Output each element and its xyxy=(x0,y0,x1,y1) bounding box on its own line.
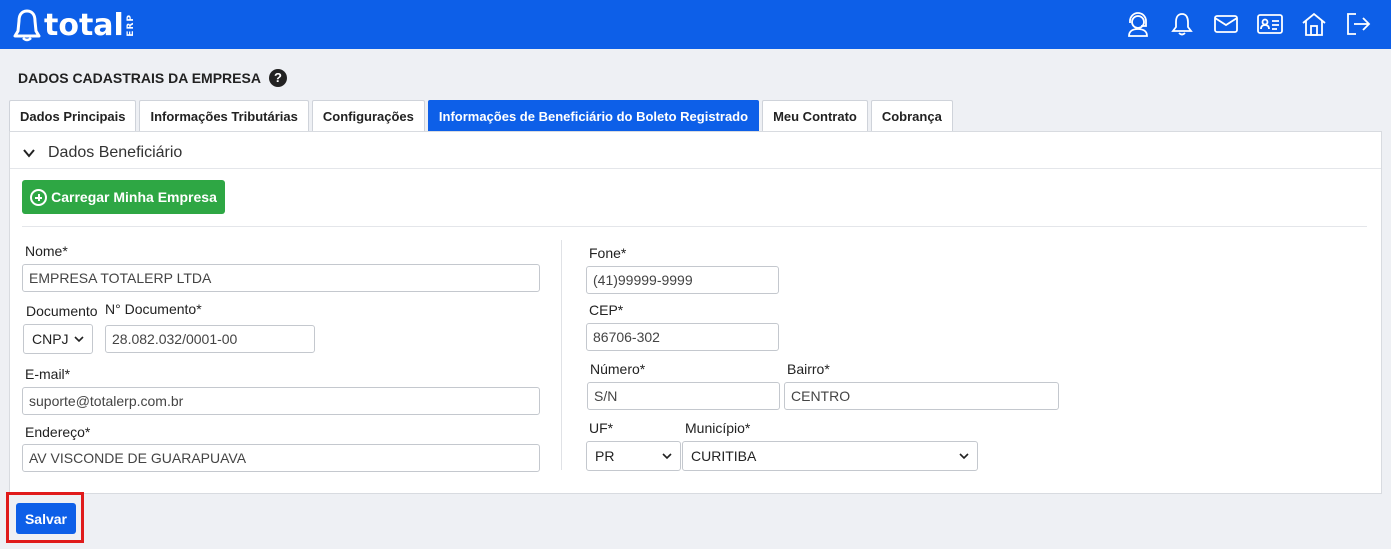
top-navbar: total ERP xyxy=(0,0,1391,49)
tab-dados-principais[interactable]: Dados Principais xyxy=(9,100,137,131)
documento-select-value: CNPJ xyxy=(32,331,69,347)
uf-select-value: PR xyxy=(595,448,615,464)
numero-input[interactable]: S/N xyxy=(587,382,780,410)
municipio-select[interactable]: CURITIBA xyxy=(682,441,978,471)
home-icon[interactable] xyxy=(1295,8,1333,40)
column-divider xyxy=(561,240,562,470)
nome-input[interactable]: EMPRESA TOTALERP LTDA xyxy=(22,264,540,292)
mail-icon[interactable] xyxy=(1207,8,1245,40)
section-header[interactable]: Dados Beneficiário xyxy=(22,144,182,162)
chevron-down-icon xyxy=(662,453,672,460)
tab-informacoes-beneficiario[interactable]: Informações de Beneficiário do Boleto Re… xyxy=(427,100,760,131)
tab-configuracoes[interactable]: Configurações xyxy=(311,100,425,131)
num-documento-label: N° Documento* xyxy=(105,301,202,317)
support-agent-icon[interactable] xyxy=(1119,8,1157,40)
bell-icon[interactable] xyxy=(1163,8,1201,40)
num-documento-input[interactable]: 28.082.032/0001-00 xyxy=(105,325,315,353)
email-label: E-mail* xyxy=(25,366,71,382)
section-divider xyxy=(10,168,1381,169)
uf-label: UF* xyxy=(589,420,614,436)
uf-select[interactable]: PR xyxy=(586,441,681,471)
tab-cobranca[interactable]: Cobrança xyxy=(870,100,953,131)
tab-bar: Dados Principais Informações Tributárias… xyxy=(9,100,956,131)
page-title: DADOS CADASTRAIS DA EMPRESA ? xyxy=(18,69,287,87)
section-title: Dados Beneficiário xyxy=(48,144,183,161)
municipio-label: Município* xyxy=(685,420,751,436)
id-card-icon[interactable] xyxy=(1251,8,1289,40)
nome-label: Nome* xyxy=(25,243,68,259)
chevron-down-icon xyxy=(23,149,35,158)
logo-bell-icon xyxy=(13,9,41,42)
tab-informacoes-tributarias[interactable]: Informações Tributárias xyxy=(139,100,309,131)
municipio-select-value: CURITIBA xyxy=(691,448,757,464)
numero-label: Número* xyxy=(590,361,646,377)
header-icons xyxy=(1113,8,1377,40)
form-divider xyxy=(22,226,1367,227)
fone-label: Fone* xyxy=(589,245,627,261)
load-company-label: Carregar Minha Empresa xyxy=(51,189,217,205)
logo-suffix: ERP xyxy=(125,13,136,37)
cep-input[interactable]: 86706-302 xyxy=(586,323,779,351)
save-highlight: Salvar xyxy=(6,492,84,543)
bairro-input[interactable]: CENTRO xyxy=(784,382,1059,410)
fone-input[interactable]: (41)99999-9999 xyxy=(586,266,779,294)
chevron-down-icon xyxy=(74,336,84,343)
logo[interactable]: total ERP xyxy=(12,6,136,44)
save-button[interactable]: Salvar xyxy=(16,503,76,534)
email-input[interactable]: suporte@totalerp.com.br xyxy=(22,387,540,415)
documento-label: Documento xyxy=(26,303,98,319)
load-company-button[interactable]: Carregar Minha Empresa xyxy=(22,180,225,214)
endereco-label: Endereço* xyxy=(25,424,91,440)
plus-circle-icon xyxy=(30,188,48,206)
endereco-input[interactable]: AV VISCONDE DE GUARAPUAVA xyxy=(22,444,540,472)
bairro-label: Bairro* xyxy=(787,361,830,377)
chevron-down-icon xyxy=(959,453,969,460)
cep-label: CEP* xyxy=(589,302,624,318)
tab-meu-contrato[interactable]: Meu Contrato xyxy=(762,100,868,131)
documento-select[interactable]: CNPJ xyxy=(23,324,93,354)
logo-text: total xyxy=(44,7,124,43)
page-title-text: DADOS CADASTRAIS DA EMPRESA xyxy=(18,70,261,86)
logout-icon[interactable] xyxy=(1339,8,1377,40)
beneficiary-panel: Dados Beneficiário Carregar Minha Empres… xyxy=(9,131,1382,494)
help-icon[interactable]: ? xyxy=(268,69,287,87)
